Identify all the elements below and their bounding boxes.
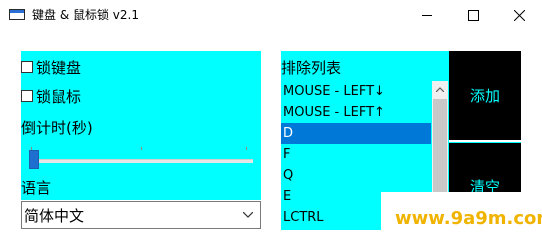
close-icon	[513, 10, 525, 21]
language-value: 简体中文	[24, 206, 85, 225]
language-label: 语言	[21, 179, 52, 197]
countdown-slider-track[interactable]	[31, 159, 253, 163]
title-bar: 键盘 & 鼠标锁 v2.1	[0, 0, 542, 31]
settings-panel: 锁键盘 锁鼠标 倒计时(秒) 语言	[21, 51, 261, 200]
countdown-slider-thumb[interactable]	[29, 150, 39, 169]
list-item[interactable]: MOUSE - LEFT↓	[281, 81, 431, 102]
exclusion-list-title: 排除列表	[281, 59, 342, 77]
maximize-icon	[467, 10, 479, 21]
slider-tick	[246, 147, 247, 150]
lock-keyboard-label: 锁键盘	[36, 58, 82, 77]
watermark: www.9a9m.com	[381, 192, 542, 252]
list-item[interactable]: F	[281, 144, 431, 165]
window-title: 键盘 & 鼠标锁 v2.1	[32, 8, 139, 22]
language-select[interactable]: 简体中文	[21, 201, 261, 229]
lock-keyboard-checkbox[interactable]: 锁键盘	[21, 56, 81, 78]
scroll-up-arrow-icon[interactable]	[432, 81, 448, 98]
app-window-icon	[9, 9, 25, 20]
minimize-button[interactable]	[404, 0, 450, 31]
close-button[interactable]	[496, 0, 542, 31]
checkbox-box[interactable]	[21, 61, 33, 73]
countdown-label: 倒计时(秒)	[21, 119, 93, 137]
list-item[interactable]: Q	[281, 165, 431, 186]
maximize-button[interactable]	[450, 0, 496, 31]
lock-mouse-label: 锁鼠标	[36, 87, 82, 106]
watermark-text: www.9a9m.com	[395, 208, 542, 229]
add-button[interactable]: 添加	[449, 51, 521, 140]
slider-tick	[141, 147, 142, 150]
minimize-icon	[422, 15, 432, 16]
list-item[interactable]: MOUSE - LEFT↑	[281, 102, 431, 123]
list-item-selected[interactable]: D	[281, 123, 431, 144]
chevron-down-icon[interactable]	[238, 212, 258, 218]
checkbox-box[interactable]	[21, 90, 33, 102]
lock-mouse-checkbox[interactable]: 锁鼠标	[21, 85, 81, 107]
